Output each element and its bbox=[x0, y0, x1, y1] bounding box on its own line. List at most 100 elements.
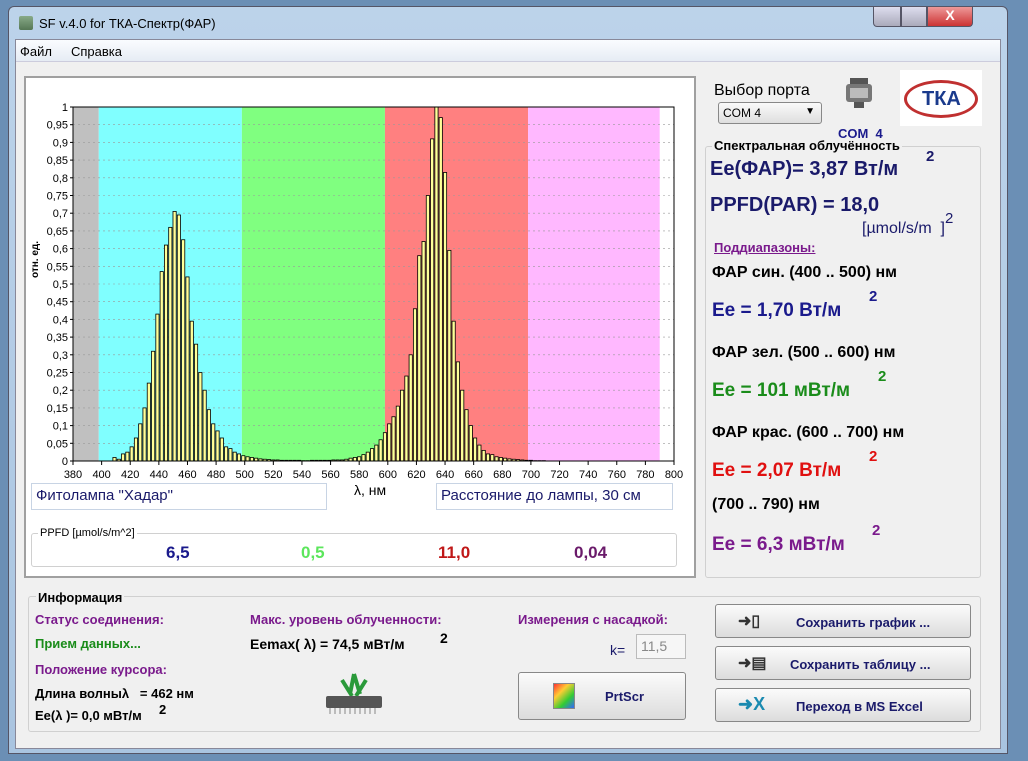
port-label: Выбор порта bbox=[714, 82, 810, 99]
spectrum-bar bbox=[224, 446, 229, 462]
save-table-icon: ➜▤ bbox=[738, 655, 767, 672]
port-select-value: COM 4 bbox=[723, 106, 762, 120]
spectrum-bar bbox=[468, 425, 473, 462]
x-tick-label: 720 bbox=[550, 469, 568, 478]
x-tick-label: 740 bbox=[579, 469, 597, 478]
y-tick-label: 0,75 bbox=[47, 191, 68, 203]
ppfd-green-value: 0,5 bbox=[301, 543, 325, 562]
spectral-title: Спектральная облучённость bbox=[712, 138, 902, 153]
spectrum-bar bbox=[498, 457, 503, 462]
spectrum-bar bbox=[112, 457, 117, 462]
green-range-label: ФАР зел. (500 .. 600) нм bbox=[712, 344, 896, 361]
spectrum-bar bbox=[185, 276, 190, 462]
x-tick-label: 660 bbox=[464, 469, 482, 478]
x-tick-label: 460 bbox=[178, 469, 196, 478]
title-bar: SF v.4.0 for ТКА-Спектр(ФАР) X bbox=[9, 7, 1009, 39]
y-axis-label: отн. ед. bbox=[30, 240, 41, 278]
spectrum-bar bbox=[481, 449, 486, 462]
spectrum-bar bbox=[352, 457, 357, 462]
y-tick-label: 1 bbox=[62, 102, 68, 114]
y-tick-label: 0,9 bbox=[53, 137, 68, 149]
close-button[interactable]: X bbox=[927, 7, 973, 27]
blue-range-value: Ee = 1,70 Вт/м bbox=[712, 300, 842, 321]
spectrum-bar bbox=[490, 454, 495, 462]
spectrum-bar bbox=[125, 451, 130, 462]
ppfd-par-value: PPFD(PAR) = 18,0 bbox=[710, 194, 880, 216]
x-tick-label: 560 bbox=[321, 469, 339, 478]
y-tick-label: 0,35 bbox=[47, 332, 68, 344]
prtscr-button[interactable]: PrtScr bbox=[518, 672, 686, 720]
spectrum-bar bbox=[455, 361, 460, 462]
excel-icon: ➜X bbox=[738, 694, 766, 714]
port-select[interactable]: COM 4 ▼ bbox=[718, 102, 822, 124]
spectrum-bar bbox=[219, 437, 224, 462]
superscript: 2 bbox=[878, 368, 887, 385]
spectrum-bar bbox=[460, 389, 465, 462]
distance-field[interactable]: Расстояние до лампы, 30 см bbox=[436, 483, 673, 510]
k-label: k= bbox=[610, 642, 626, 658]
maximize-button[interactable] bbox=[901, 7, 927, 27]
spectrum-bar bbox=[129, 446, 134, 462]
ppfd-far-value: 0,04 bbox=[574, 543, 608, 562]
ppfd-red-value: 11,0 bbox=[438, 543, 471, 562]
menu-bar: Файл Справка bbox=[16, 40, 1000, 62]
y-tick-label: 0,7 bbox=[53, 208, 68, 220]
spectrum-chart[interactable]: 0 0,05 0,1 0,15 0,2 0,25 0,3 0,35 0,4 0,45 0,5 0,55… bbox=[26, 78, 694, 478]
spectrum-bar bbox=[451, 320, 456, 462]
excel-button[interactable]: ➜X Переход в MS Excel bbox=[715, 688, 971, 722]
save-table-button[interactable]: ➜▤ Сохранить таблицу ... bbox=[715, 646, 971, 680]
y-tick-label: 0,8 bbox=[53, 173, 68, 185]
menu-file[interactable]: Файл bbox=[20, 44, 52, 59]
y-tick-label: 0,95 bbox=[47, 120, 68, 132]
far-red-range-value: Ee = 6,3 мВт/м bbox=[712, 534, 845, 555]
spectrum-bar bbox=[408, 354, 413, 462]
x-tick-label: 780 bbox=[636, 469, 654, 478]
spectrum-bar bbox=[198, 372, 203, 462]
save-table-label: Сохранить таблицу ... bbox=[790, 657, 931, 672]
ppfd-par-unit: [µmol/s/m ] bbox=[862, 220, 945, 237]
x-tick-label: 380 bbox=[64, 469, 82, 478]
spectrum-bar bbox=[194, 343, 199, 462]
spectrum-bar bbox=[443, 172, 448, 462]
spectrum-bar bbox=[391, 416, 396, 462]
spectrum-bar bbox=[400, 389, 405, 462]
spectrum-bar bbox=[146, 382, 151, 462]
y-tick-label: 0,65 bbox=[47, 226, 68, 238]
printer-icon bbox=[553, 683, 575, 709]
max-irradiance-value: Eemax( λ) = 74,5 мВт/м bbox=[250, 636, 405, 652]
spectrum-bar bbox=[447, 249, 452, 462]
cursor-irradiance: Ee(λ )= 0,0 мВт/м bbox=[35, 708, 142, 723]
x-tick-label: 580 bbox=[350, 469, 368, 478]
spectrum-bar bbox=[365, 451, 370, 462]
spectrum-bar bbox=[232, 451, 237, 462]
superscript: 2 bbox=[945, 210, 954, 227]
max-irradiance-label: Макс. уровень облученности: bbox=[250, 612, 442, 627]
k-input[interactable]: 11,5 bbox=[636, 634, 686, 659]
serial-port-icon bbox=[846, 78, 872, 108]
spectrum-bar bbox=[434, 106, 439, 462]
x-tick-label: 800 bbox=[665, 469, 683, 478]
spectrum-bar bbox=[236, 453, 242, 462]
y-tick-label: 0,6 bbox=[53, 244, 68, 256]
spectrum-bar bbox=[464, 409, 469, 462]
spectrum-bar bbox=[142, 407, 147, 462]
x-tick-label: 520 bbox=[264, 469, 282, 478]
logo-text: ТКА bbox=[922, 88, 961, 110]
lamp-name-field[interactable]: Фитолампа "Хадар" bbox=[31, 483, 327, 510]
spectrum-bar bbox=[245, 456, 250, 462]
menu-help[interactable]: Справка bbox=[71, 44, 122, 59]
y-tick-label: 0,3 bbox=[53, 350, 68, 362]
y-tick-label: 0,5 bbox=[53, 279, 68, 291]
spectrum-bar bbox=[425, 195, 430, 462]
spectrum-bar bbox=[421, 241, 426, 462]
save-chart-button[interactable]: ➜▯ Сохранить график ... bbox=[715, 604, 971, 638]
x-tick-label: 420 bbox=[121, 469, 139, 478]
y-tick-label: 0 bbox=[62, 456, 68, 468]
spectrum-bar bbox=[387, 423, 392, 462]
spectrum-bar bbox=[357, 456, 362, 462]
red-range-label: ФАР крас. (600 .. 700) нм bbox=[712, 424, 905, 441]
ppfd-blue-value: 6,5 bbox=[166, 543, 190, 562]
minimize-button[interactable] bbox=[873, 7, 901, 27]
nozzle-label: Измерения с насадкой: bbox=[518, 612, 668, 627]
spectrum-bar bbox=[241, 455, 246, 462]
